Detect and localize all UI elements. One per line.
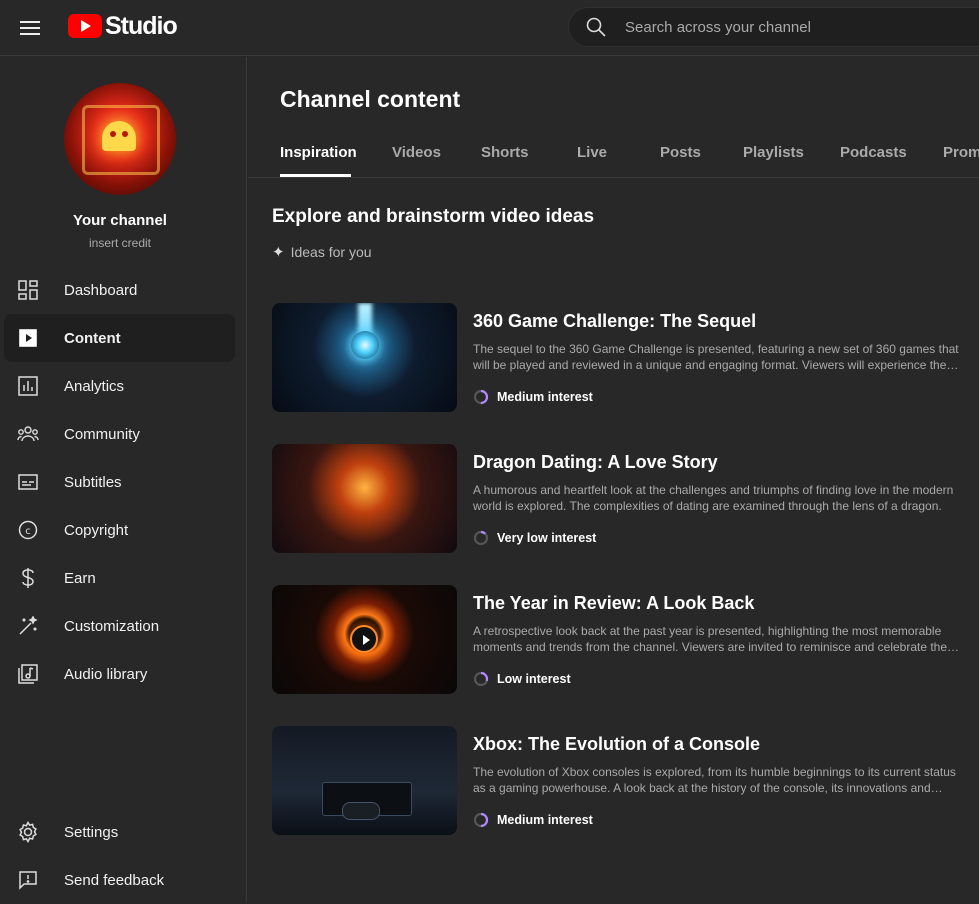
magic-wand-icon [16,614,40,638]
sidebar-item-label: Community [64,425,140,443]
search-input[interactable] [625,18,965,36]
interest-label: Very low interest [497,531,597,545]
tab-videos[interactable]: Videos [392,144,441,161]
page-title: Channel content [280,86,461,112]
audio-library-icon [16,662,40,686]
idea-description: A retrospective look back at the past ye… [473,624,948,654]
search-bar[interactable] [568,7,979,47]
sidebar-item-label: Copyright [64,521,129,539]
thumbnail-art [351,331,379,359]
feedback-icon [16,868,40,892]
idea-card[interactable]: Dragon Dating: A Love Story A humorous a… [272,444,972,554]
interest-ring-icon [473,671,489,687]
sidebar-item-earn[interactable]: Earn [4,554,235,602]
play-icon [350,625,378,653]
tab-podcasts[interactable]: Podcasts [840,144,907,161]
idea-description: A humorous and heartfelt look at the cha… [473,483,954,513]
community-icon [16,422,40,446]
ideas-label-text: Ideas for you [290,244,372,260]
idea-thumbnail[interactable] [272,303,457,412]
sidebar-item-send-feedback[interactable]: Send feedback [4,856,235,904]
sparkle-icon: ✦ [272,244,285,261]
hamburger-menu-icon[interactable] [14,12,46,44]
search-icon [586,17,606,37]
sidebar-item-dashboard[interactable]: Dashboard [4,266,235,314]
idea-title[interactable]: Dragon Dating: A Love Story [473,452,718,473]
sidebar-item-label: Subtitles [64,473,122,491]
sidebar-item-label: Audio library [64,665,148,683]
copyright-icon: c [16,518,40,542]
sidebar-item-label: Content [64,329,121,347]
idea-description: The sequel to the 360 Game Challenge is … [473,342,959,372]
idea-thumbnail[interactable] [272,444,457,553]
interest-ring-icon [473,530,489,546]
idea-thumbnail[interactable] [272,726,457,835]
idea-thumbnail[interactable] [272,585,457,694]
dollar-icon [16,566,40,590]
sidebar-item-customization[interactable]: Customization [4,602,235,650]
interest-indicator: Medium interest [473,389,593,405]
sidebar-item-label: Send feedback [64,871,165,889]
channel-name[interactable]: Your channel [0,212,240,229]
idea-title[interactable]: 360 Game Challenge: The Sequel [473,311,756,332]
interest-indicator: Low interest [473,671,571,687]
content-icon [16,326,40,350]
main-content: Channel content Inspiration Videos Short… [248,57,979,902]
thumbnail-art [342,802,380,820]
idea-card[interactable]: The Year in Review: A Look Back A retros… [272,585,972,695]
sidebar-item-label: Settings [64,823,119,841]
tab-posts[interactable]: Posts [660,144,701,161]
youtube-play-icon [68,14,102,38]
sidebar-item-label: Analytics [64,377,125,395]
sidebar-item-subtitles[interactable]: Subtitles [4,458,235,506]
ghost-icon [102,121,136,151]
subtitles-icon [16,470,40,494]
idea-card[interactable]: Xbox: The Evolution of a Console The evo… [272,726,972,836]
interest-label: Medium interest [497,813,593,827]
active-tab-indicator [280,174,351,177]
section-title: Explore and brainstorm video ideas [272,206,595,227]
tab-playlists[interactable]: Playlists [743,144,804,161]
sidebar: Your channel insert credit Dashboard Con… [0,57,247,902]
sidebar-item-analytics[interactable]: Analytics [4,362,235,410]
sidebar-item-community[interactable]: Community [4,410,235,458]
sidebar-item-copyright[interactable]: c Copyright [4,506,235,554]
sidebar-item-settings[interactable]: Settings [4,808,235,856]
sidebar-item-label: Customization [64,617,160,635]
sidebar-item-label: Earn [64,569,96,587]
interest-indicator: Medium interest [473,812,593,828]
sidebar-item-audio-library[interactable]: Audio library [4,650,235,698]
studio-logo[interactable]: Studio [68,11,178,40]
idea-card[interactable]: 360 Game Challenge: The Sequel The seque… [272,303,972,413]
idea-description: The evolution of Xbox consoles is explor… [473,765,956,795]
logo-text: Studio [105,11,178,40]
tab-promotions[interactable]: Prom [943,144,979,161]
interest-ring-icon [473,812,489,828]
idea-title[interactable]: Xbox: The Evolution of a Console [473,734,760,755]
sidebar-item-content[interactable]: Content [4,314,235,362]
tab-inspiration[interactable]: Inspiration [280,144,357,161]
channel-subtitle: insert credit [88,236,152,250]
content-tabs: Inspiration Videos Shorts Live Posts Pla… [248,136,979,178]
svg-text:c: c [25,526,31,537]
tab-live[interactable]: Live [577,144,607,161]
idea-title[interactable]: The Year in Review: A Look Back [473,593,754,614]
analytics-icon [16,374,40,398]
dashboard-icon [16,278,40,302]
top-bar: Studio [0,0,979,56]
channel-avatar[interactable] [64,83,176,195]
interest-label: Low interest [497,672,571,686]
ideas-label: ✦ Ideas for you [272,243,372,261]
interest-indicator: Very low interest [473,530,596,546]
interest-ring-icon [473,389,489,405]
tab-shorts[interactable]: Shorts [481,144,529,161]
interest-label: Medium interest [497,390,593,404]
gear-icon [16,820,40,844]
sidebar-item-label: Dashboard [64,281,138,299]
